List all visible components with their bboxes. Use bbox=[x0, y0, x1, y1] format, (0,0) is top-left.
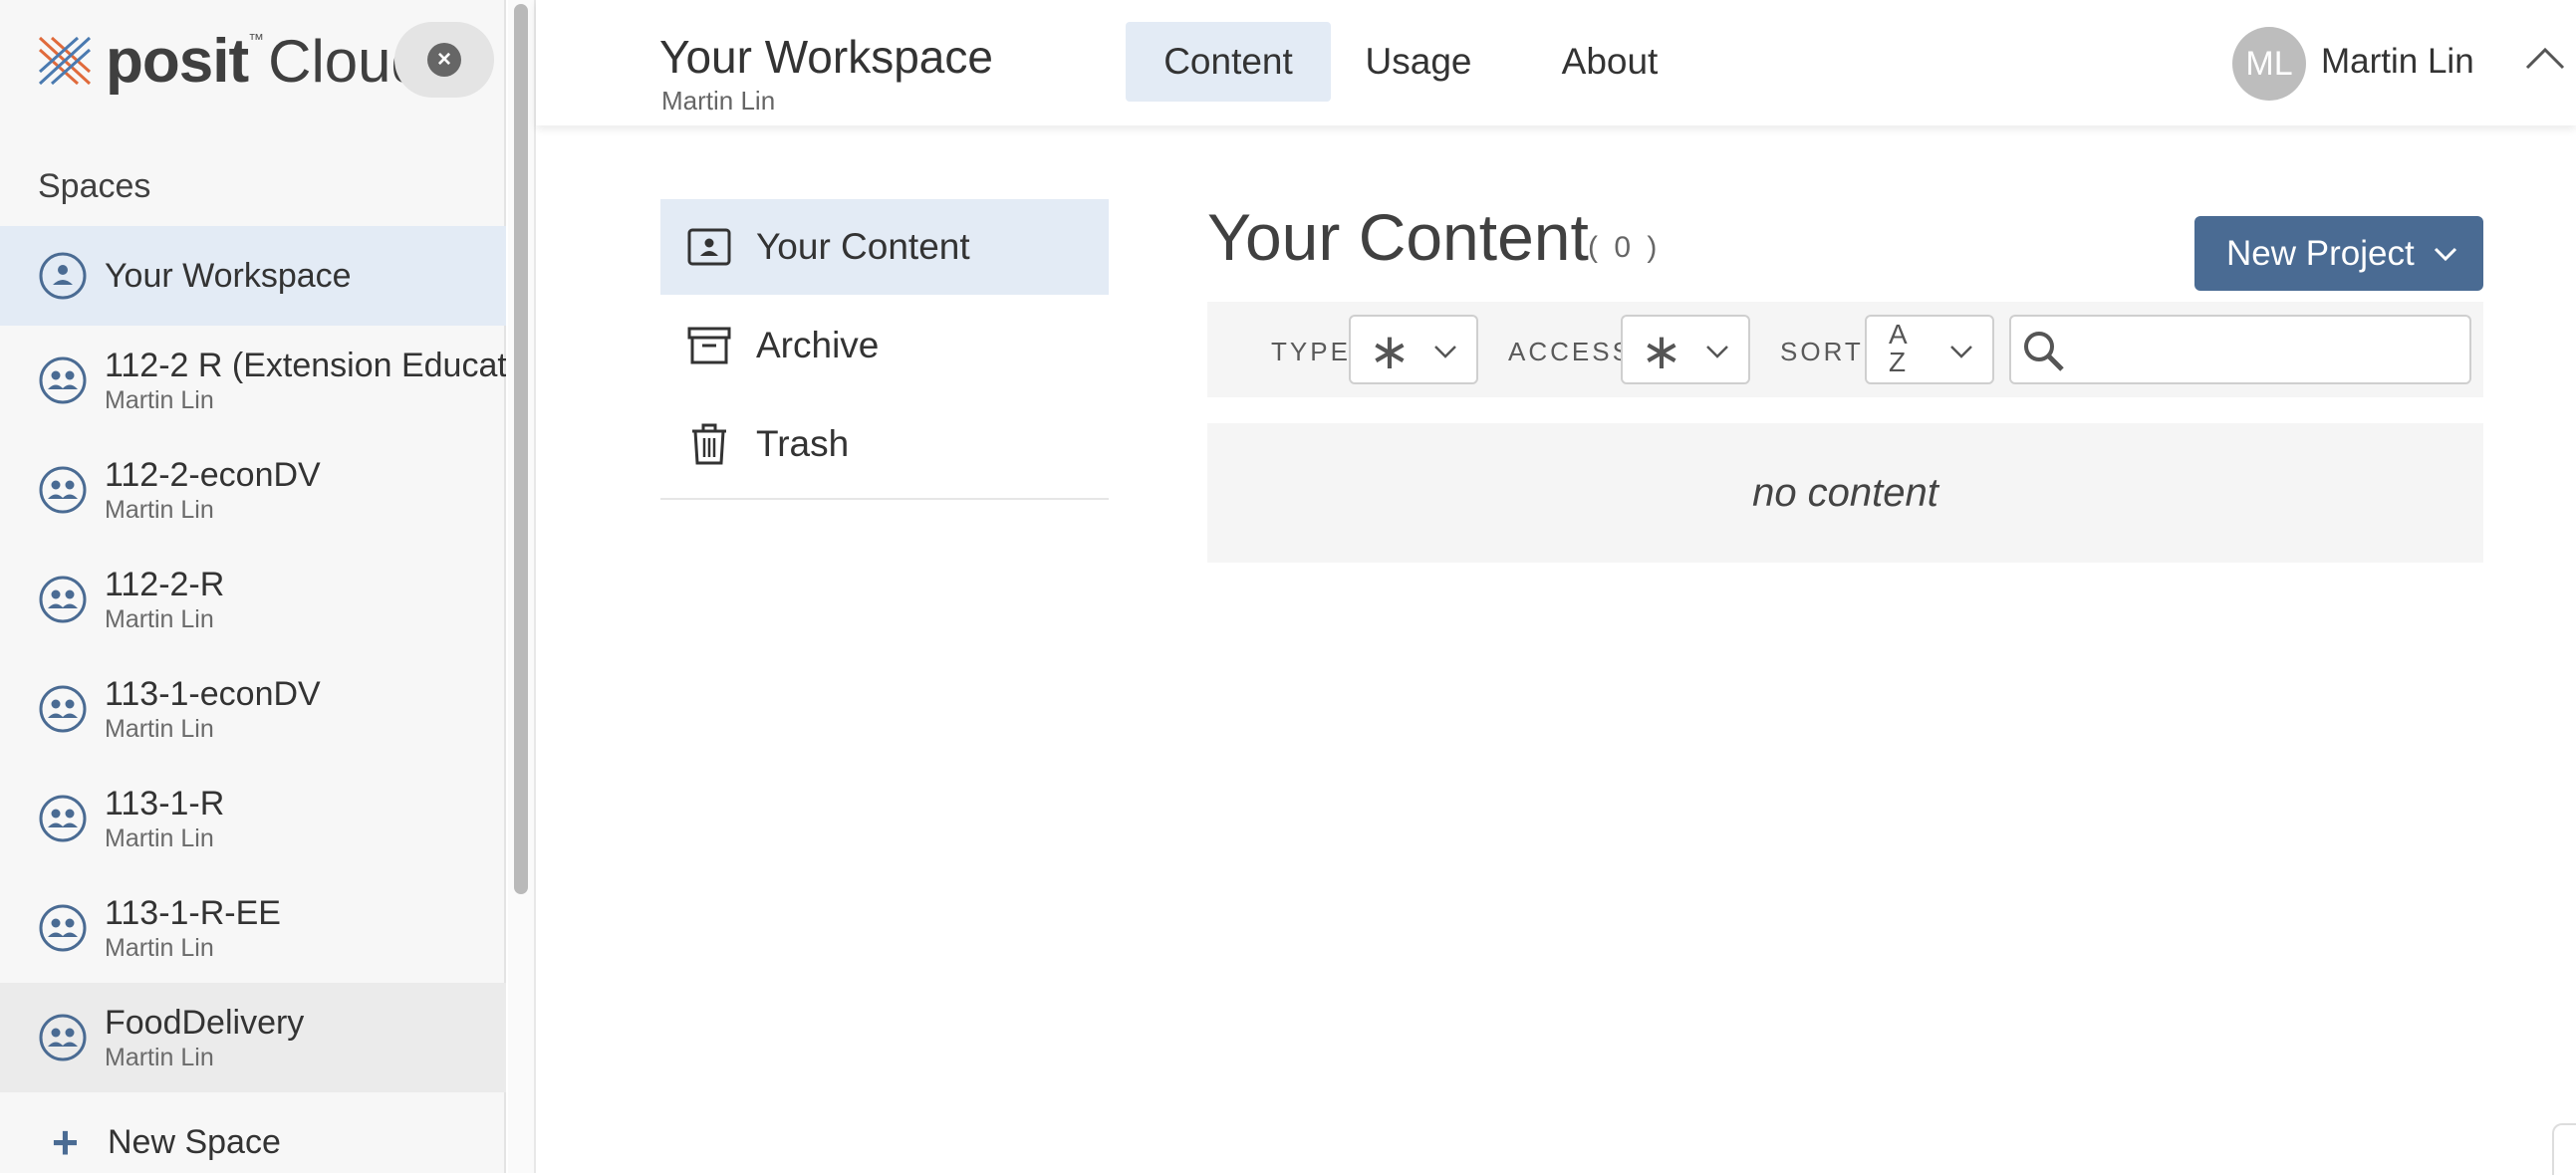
sidebar-item-space[interactable]: 112-2 R (Extension Education) Martin Lin bbox=[0, 326, 506, 435]
posit-logo-icon bbox=[38, 36, 92, 86]
shared-space-icon bbox=[39, 576, 87, 623]
sidebar-item-space[interactable]: 112-2-econDV Martin Lin bbox=[0, 435, 506, 545]
any-value-icon: ∗ bbox=[1641, 324, 1682, 379]
personal-space-icon bbox=[39, 252, 87, 300]
space-name: 113-1-econDV bbox=[105, 675, 321, 713]
chevron-down-icon bbox=[1706, 346, 1728, 358]
space-owner: Martin Lin bbox=[105, 386, 214, 414]
empty-content-panel: no content bbox=[1207, 423, 2483, 563]
new-project-label: New Project bbox=[2226, 233, 2415, 273]
shared-space-icon bbox=[39, 1014, 87, 1061]
chevron-up-icon[interactable] bbox=[2523, 38, 2567, 82]
space-name: 112-2 R (Extension Education) bbox=[105, 347, 506, 384]
sort-select[interactable]: A Z bbox=[1865, 315, 1994, 384]
archive-box-icon bbox=[687, 327, 731, 364]
content-nav-trash[interactable]: Trash bbox=[660, 396, 1109, 492]
workspace-header: Your Workspace Martin Lin Content Usage … bbox=[536, 0, 2576, 125]
close-sidebar-button[interactable]: × bbox=[394, 22, 494, 98]
logo-trademark: ™ bbox=[248, 32, 265, 49]
tab-content[interactable]: Content bbox=[1126, 22, 1331, 102]
workspace-title: Your Workspace bbox=[659, 31, 993, 83]
sidebar-scrollbar-thumb[interactable] bbox=[514, 4, 528, 894]
sidebar: posit ™ Cloud × Spaces Your Workspace 11… bbox=[0, 0, 506, 1173]
logo-posit-text: posit bbox=[106, 26, 249, 96]
access-filter-label: ACCESS bbox=[1508, 337, 1633, 366]
search-input[interactable] bbox=[2075, 323, 2457, 378]
spaces-heading: Spaces bbox=[38, 167, 151, 205]
space-owner: Martin Lin bbox=[105, 824, 214, 852]
search-icon bbox=[2024, 332, 2064, 371]
trash-can-icon bbox=[692, 423, 726, 465]
space-name: 112-2-econDV bbox=[105, 456, 321, 494]
tab-about[interactable]: About bbox=[1548, 22, 1672, 102]
content-nav-label: Archive bbox=[756, 325, 880, 365]
sidebar-item-space[interactable]: 112-2-R Martin Lin bbox=[0, 545, 506, 654]
posit-cloud-logo[interactable]: posit ™ Cloud bbox=[36, 26, 424, 96]
shared-space-icon bbox=[39, 466, 87, 514]
space-name: 113-1-R-EE bbox=[105, 894, 281, 932]
space-owner: Martin Lin bbox=[105, 934, 214, 962]
chevron-down-icon bbox=[1434, 346, 1456, 358]
shared-space-icon bbox=[39, 904, 87, 952]
sidebar-item-space[interactable]: 113-1-econDV Martin Lin bbox=[0, 654, 506, 764]
space-name: 113-1-R bbox=[105, 785, 225, 822]
shared-space-icon bbox=[39, 795, 87, 842]
sidebar-item-your-workspace[interactable]: Your Workspace bbox=[0, 226, 506, 326]
space-name: 112-2-R bbox=[105, 566, 225, 603]
new-space-label: New Space bbox=[108, 1122, 281, 1161]
content-count: ( 0 ) bbox=[1588, 231, 1662, 264]
sidebar-item-space[interactable]: 113-1-R Martin Lin bbox=[0, 764, 506, 873]
space-owner: Martin Lin bbox=[105, 1044, 214, 1071]
any-value-icon: ∗ bbox=[1369, 324, 1411, 379]
resize-handle[interactable] bbox=[2552, 1123, 2576, 1175]
content-nav-label: Your Content bbox=[756, 226, 970, 267]
sidebar-item-space[interactable]: FoodDelivery Martin Lin bbox=[0, 983, 506, 1092]
empty-message: no content bbox=[1752, 470, 1938, 515]
space-owner: Martin Lin bbox=[105, 715, 214, 743]
content-nav-your-content[interactable]: Your Content bbox=[660, 199, 1109, 295]
shared-space-icon bbox=[39, 356, 87, 404]
space-name: Your Workspace bbox=[105, 257, 352, 295]
plus-icon: + bbox=[52, 1116, 79, 1168]
access-filter-select[interactable]: ∗ bbox=[1621, 315, 1750, 384]
sort-label: SORT bbox=[1780, 337, 1864, 366]
contact-card-icon bbox=[687, 228, 731, 266]
chevron-down-icon bbox=[1950, 346, 1972, 358]
user-name[interactable]: Martin Lin bbox=[2321, 42, 2474, 82]
sidebar-item-space[interactable]: 113-1-R-EE Martin Lin bbox=[0, 873, 506, 983]
sort-az-icon: A Z bbox=[1889, 319, 1908, 377]
filter-bar: TYPE ∗ ACCESS ∗ SORT A Z bbox=[1207, 302, 2483, 397]
type-filter-select[interactable]: ∗ bbox=[1349, 315, 1478, 384]
workspace-owner: Martin Lin bbox=[661, 86, 776, 116]
new-project-button[interactable]: New Project bbox=[2194, 216, 2483, 291]
content-nav-label: Trash bbox=[756, 423, 850, 464]
space-owner: Martin Lin bbox=[105, 605, 214, 633]
space-name: FoodDelivery bbox=[105, 1004, 305, 1042]
chevron-down-icon bbox=[2434, 247, 2457, 262]
page-title: Your Content bbox=[1207, 200, 1589, 274]
content-nav-divider bbox=[660, 498, 1109, 500]
type-filter-label: TYPE bbox=[1271, 337, 1351, 366]
space-owner: Martin Lin bbox=[105, 496, 214, 524]
close-icon: × bbox=[427, 43, 461, 77]
tab-usage[interactable]: Usage bbox=[1357, 22, 1480, 102]
shared-space-icon bbox=[39, 685, 87, 733]
new-space-button[interactable]: + New Space bbox=[52, 1117, 281, 1167]
content-nav-archive[interactable]: Archive bbox=[660, 298, 1109, 393]
search-box bbox=[2009, 315, 2471, 384]
avatar[interactable]: ML bbox=[2232, 27, 2306, 101]
